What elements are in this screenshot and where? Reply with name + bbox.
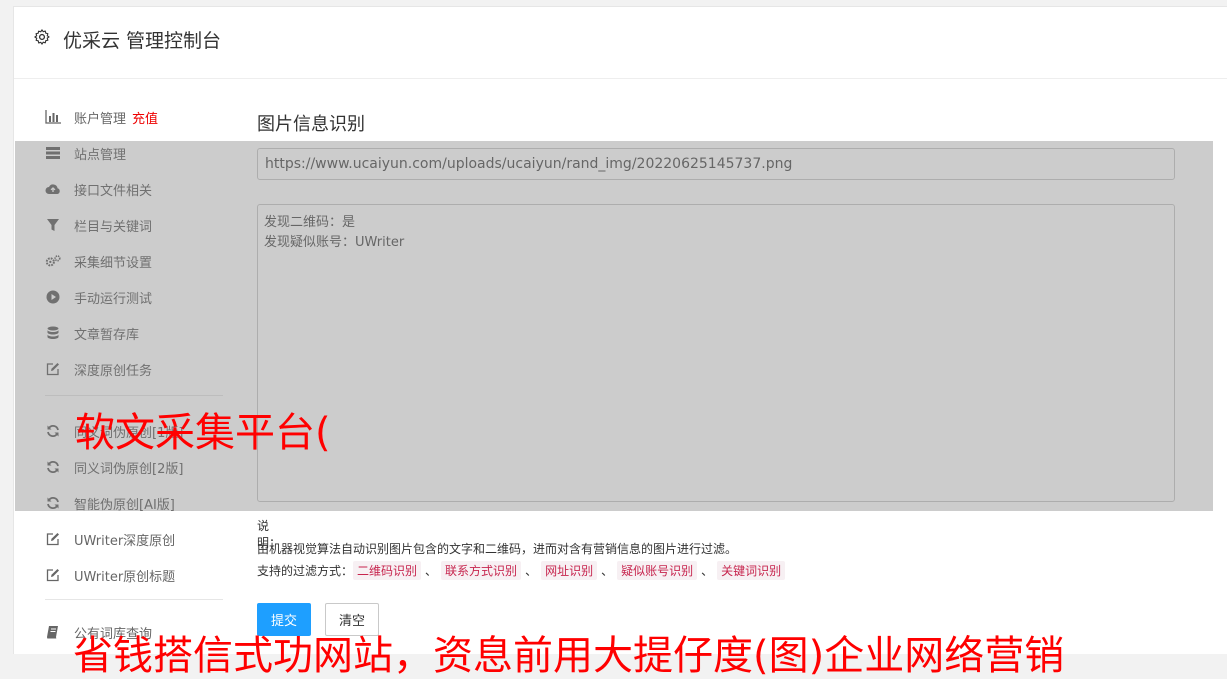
filter-tag: 网址识别: [541, 561, 598, 580]
recharge-link[interactable]: 充值: [132, 112, 158, 127]
watermark-text: 软文采集平台(: [75, 410, 331, 456]
sidebar-item-deep-original[interactable]: 深度原创任务: [14, 351, 224, 387]
header: 优采云 管理控制台: [14, 7, 1227, 79]
sidebar-item-label: 栏目与关键词: [74, 219, 153, 235]
page-title: 图片信息识别: [257, 114, 365, 135]
sidebar-item-interface[interactable]: 接口文件相关: [14, 171, 224, 207]
sidebar-item-columns[interactable]: 栏目与关键词: [14, 207, 224, 243]
play-circle-icon: [45, 289, 61, 305]
edit-icon: [45, 567, 61, 583]
sidebar-item-label: 同义词伪原创[2版]: [74, 461, 184, 477]
refresh-icon: [45, 459, 61, 475]
tag-separator: 、: [425, 564, 438, 578]
bar-chart-icon: [45, 109, 61, 125]
sidebar-item-label: 账户管理: [74, 111, 127, 127]
filter-icon: [45, 217, 61, 233]
cloud-upload-icon: [45, 181, 61, 197]
edit-icon: [45, 361, 61, 377]
sidebar-item-label: 站点管理: [74, 147, 127, 163]
filter-tag: 疑似账号识别: [617, 561, 698, 580]
sidebar-item-label: 手动运行测试: [74, 291, 153, 307]
submit-button[interactable]: 提交: [257, 603, 311, 636]
sidebar-divider: [45, 599, 223, 600]
tag-separator: 、: [601, 564, 614, 578]
sidebar-divider: [45, 395, 223, 396]
sidebar-item-label: 采集细节设置: [74, 255, 153, 271]
filter-methods-label: 支持的过滤方式：: [257, 564, 354, 578]
tag-separator: 、: [701, 564, 714, 578]
sidebar-item-uwriter-title[interactable]: UWriter原创标题: [14, 557, 224, 593]
sidebar-item-ai-pseudo[interactable]: 智能伪原创[AI版]: [14, 485, 224, 521]
watermark-text-bottom: 省钱搭信式功网站，资息前用大提仔度(图)企业网络营销: [73, 633, 1065, 679]
sidebar-item-label: 智能伪原创[AI版]: [74, 497, 175, 513]
sidebar-item-collect-settings[interactable]: 采集细节设置: [14, 243, 224, 279]
sidebar-item-label: UWriter深度原创: [74, 533, 176, 549]
gears-icon: [45, 253, 61, 269]
result-textarea[interactable]: 发现二维码：是 发现疑似账号：UWriter: [257, 204, 1175, 502]
description-text: 由机器视觉算法自动识别图片包含的文字和二维码，进而对含有营销信息的图片进行过滤。: [257, 542, 738, 556]
sidebar-item-label: 深度原创任务: [74, 363, 153, 379]
sidebar-item-label: UWriter原创标题: [74, 569, 176, 585]
book-icon: [45, 624, 61, 640]
server-icon: [45, 145, 61, 161]
sidebar-item-article-store[interactable]: 文章暂存库: [14, 315, 224, 351]
image-url-input[interactable]: [257, 148, 1175, 180]
sidebar-item-sites[interactable]: 站点管理: [14, 135, 224, 171]
sidebar-item-uwriter-deep[interactable]: UWriter深度原创: [14, 521, 224, 557]
gear-icon: [34, 29, 50, 45]
refresh-icon: [45, 423, 61, 439]
console-panel: 优采云 管理控制台 账户管理 充值 站点管理 接口文件相关 栏目与关键词 采集细…: [13, 6, 1227, 654]
filter-tag: 联系方式识别: [441, 561, 522, 580]
sidebar-item-account[interactable]: 账户管理 充值: [14, 99, 224, 135]
sidebar-item-label: 文章暂存库: [74, 327, 140, 343]
clear-button[interactable]: 清空: [325, 603, 379, 636]
sidebar-item-manual-run[interactable]: 手动运行测试: [14, 279, 224, 315]
edit-icon: [45, 531, 61, 547]
refresh-icon: [45, 495, 61, 511]
app-title: 优采云 管理控制台: [63, 30, 222, 52]
filter-tag: 二维码识别: [353, 561, 422, 580]
sidebar-item-label: 接口文件相关: [74, 183, 153, 199]
tag-separator: 、: [525, 564, 538, 578]
filter-methods: 支持的过滤方式： 二维码识别 、 联系方式识别 、 网址识别 、 疑似账号识别 …: [257, 561, 786, 580]
filter-tag: 关键词识别: [717, 561, 786, 580]
database-icon: [45, 325, 61, 341]
